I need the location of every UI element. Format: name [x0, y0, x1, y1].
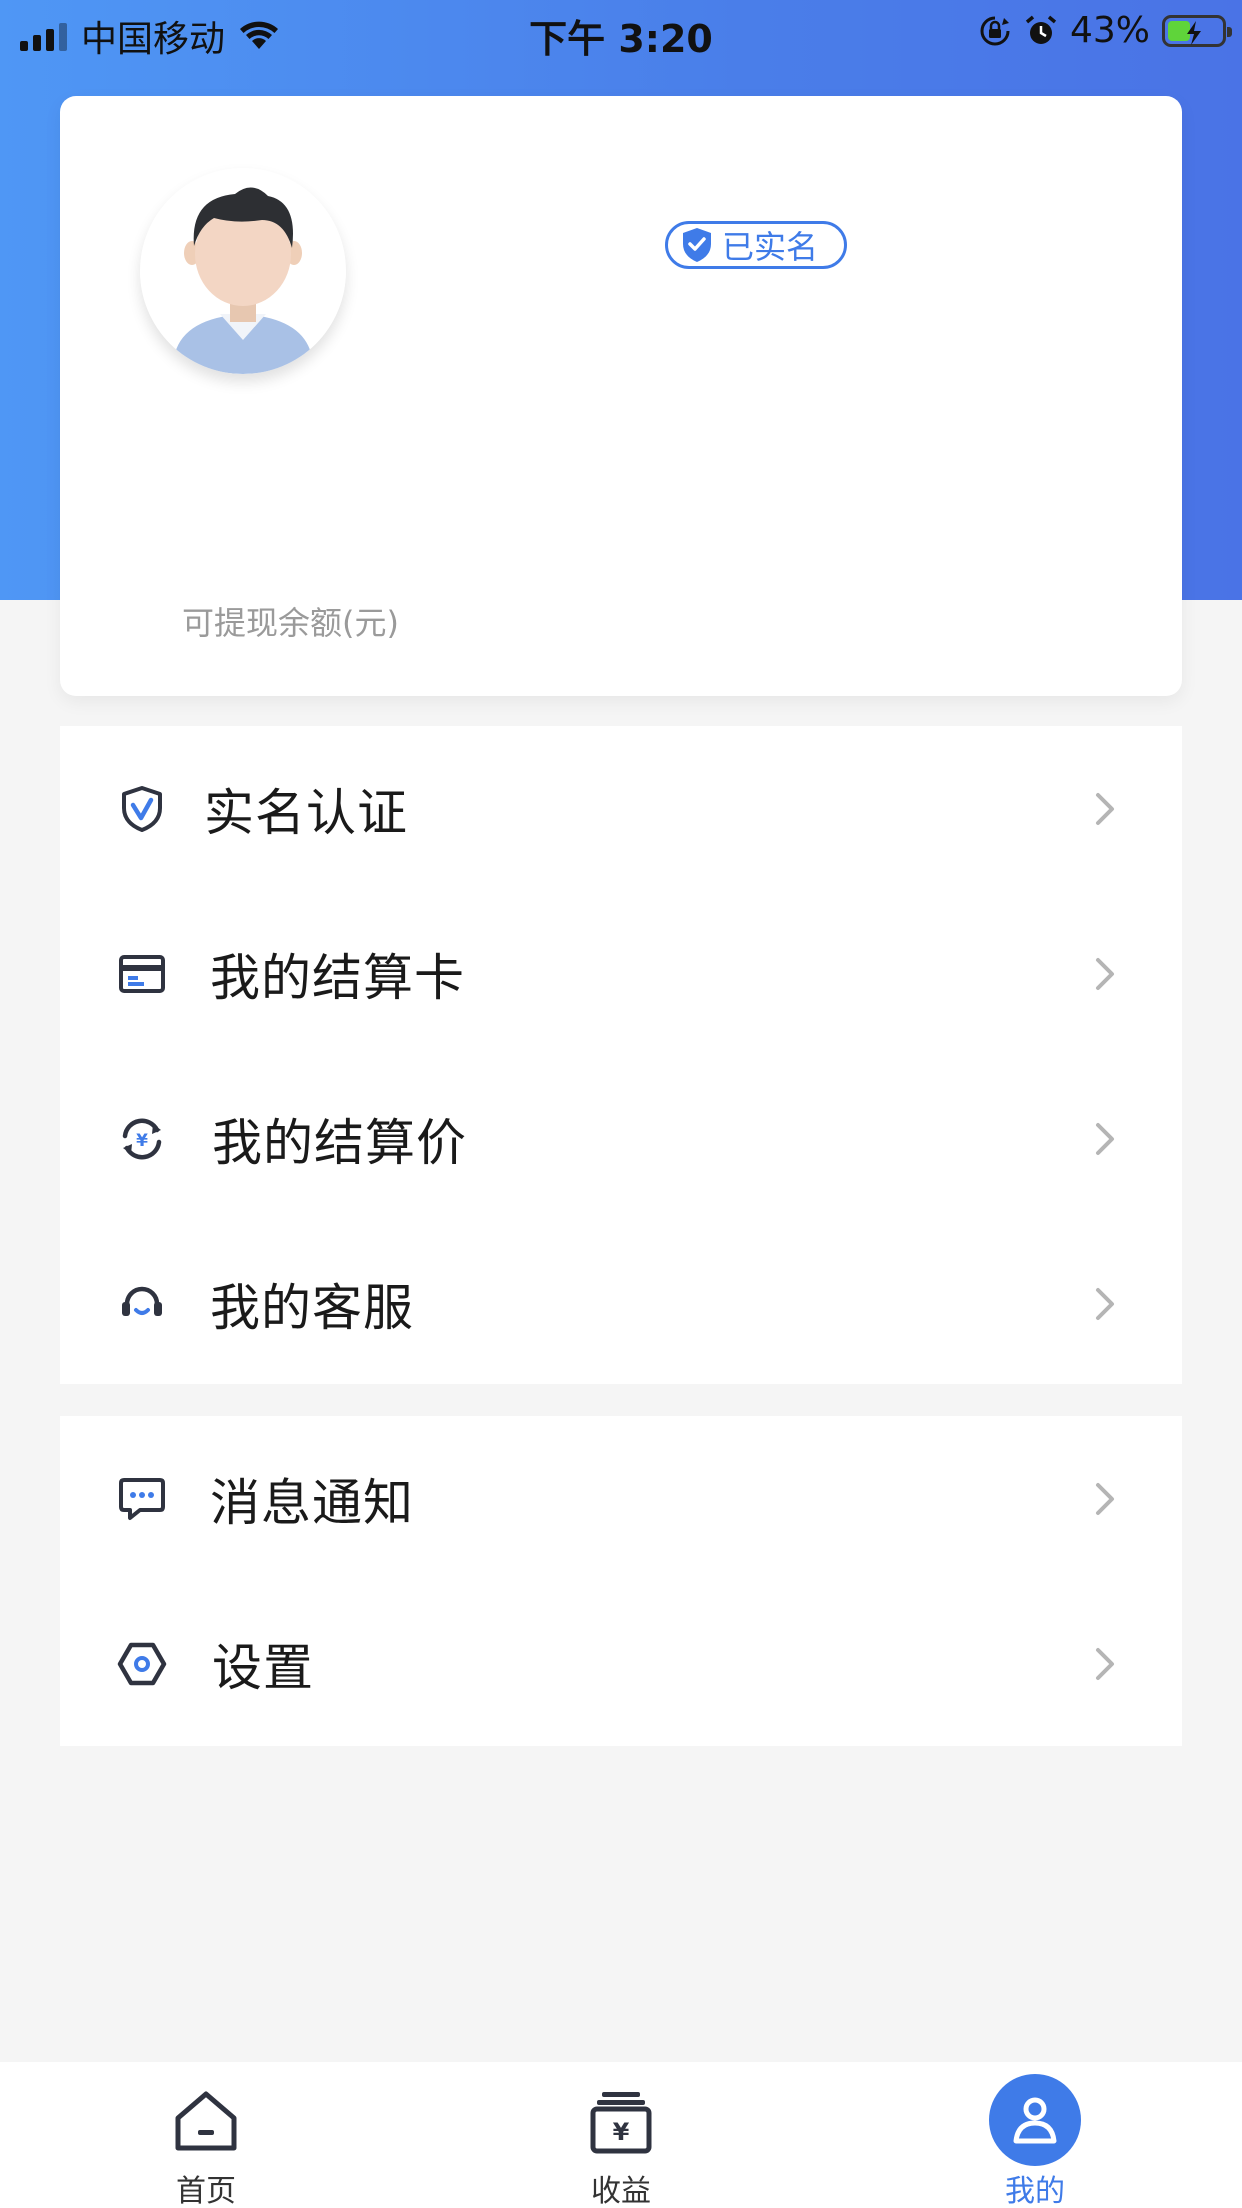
tab-label: 首页 [176, 2174, 236, 2208]
battery-icon [1162, 14, 1232, 47]
svg-text:¥: ¥ [613, 2118, 630, 2146]
bank-card-icon [116, 948, 168, 1000]
menu-item-label: 实名认证 [204, 783, 408, 842]
hexagon-settings-icon [116, 1638, 168, 1690]
menu-group-system: 消息通知 设置 [60, 1416, 1182, 1746]
menu-item-real-name-auth[interactable]: 实名认证 [60, 726, 1182, 891]
menu-item-label: 消息通知 [210, 1473, 414, 1532]
status-bar: 中国移动 下午 3:20 43% [0, 0, 1242, 62]
chevron-right-icon [1096, 957, 1114, 990]
menu-item-label: 我的结算价 [212, 1113, 467, 1172]
chevron-right-icon [1096, 1647, 1114, 1680]
menu-item-label: 我的客服 [210, 1278, 414, 1337]
menu-item-notifications[interactable]: 消息通知 [60, 1416, 1182, 1581]
menu-item-customer-service[interactable]: 我的客服 [60, 1221, 1182, 1386]
yuan-refresh-icon: ¥ [116, 1113, 168, 1165]
shield-check-icon [683, 228, 711, 262]
svg-text:¥: ¥ [136, 1131, 148, 1151]
avatar-illustration [140, 168, 346, 374]
chevron-right-icon [1096, 1482, 1114, 1515]
message-icon [116, 1473, 168, 1525]
home-icon [171, 2086, 241, 2156]
chevron-right-icon [1096, 1122, 1114, 1155]
menu-item-settings[interactable]: 设置 [60, 1581, 1182, 1746]
wallet-yuan-icon: ¥ [586, 2086, 656, 2156]
verified-badge: 已实名 [665, 221, 848, 269]
chevron-right-icon [1096, 792, 1114, 825]
alarm-icon [1025, 15, 1057, 44]
tab-home[interactable]: 首页 [106, 2062, 306, 2208]
menu-item-label: 我的结算卡 [210, 948, 465, 1007]
chevron-right-icon [1096, 1287, 1114, 1320]
menu-group-account: 实名认证 我的结算卡 ¥ 我的结算价 我的客服 [60, 726, 1182, 1384]
battery-percent: 43% [1069, 10, 1150, 51]
tab-earnings[interactable]: ¥ 收益 [521, 2062, 721, 2208]
tab-label: 收益 [591, 2174, 651, 2208]
menu-item-label: 设置 [212, 1638, 314, 1697]
menu-item-settlement-card[interactable]: 我的结算卡 [60, 891, 1182, 1056]
status-bar-right: 43% [978, 10, 1232, 51]
verified-badge-label: 已实名 [722, 228, 819, 266]
menu-item-settlement-price[interactable]: ¥ 我的结算价 [60, 1056, 1182, 1221]
user-icon [989, 2074, 1081, 2166]
tab-bar: 首页 ¥ 收益 我的 [0, 2062, 1242, 2208]
profile-card: 已实名 可提现余额(元) [60, 96, 1182, 696]
tab-label: 我的 [1005, 2174, 1065, 2208]
rotation-lock-icon [980, 16, 1010, 45]
headset-icon [116, 1278, 168, 1330]
tab-mine[interactable]: 我的 [935, 2062, 1135, 2208]
avatar[interactable] [140, 168, 346, 374]
shield-check-icon [116, 783, 168, 835]
balance-label: 可提现余额(元) [182, 604, 399, 642]
